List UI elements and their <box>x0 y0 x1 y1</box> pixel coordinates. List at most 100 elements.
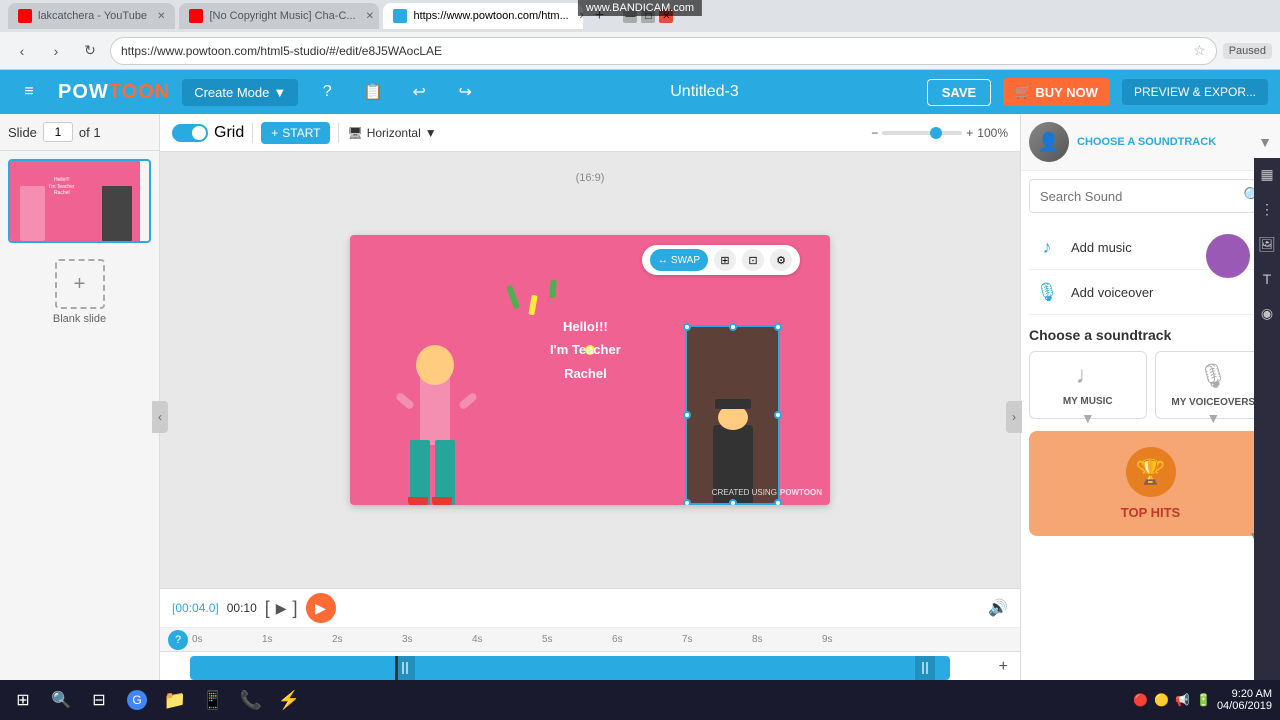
cart-icon: 🛒 <box>1015 84 1031 100</box>
bracket-right-button[interactable]: ] <box>293 598 298 619</box>
undo-button[interactable]: ↩ <box>402 75 436 109</box>
app-taskbar-1[interactable]: 📱 <box>198 685 228 715</box>
preview-button[interactable]: PREVIEW & EXPOR... <box>1122 79 1268 105</box>
ruler-mark-4: 4s <box>472 634 483 645</box>
settings-button[interactable]: ⚙ <box>770 249 792 271</box>
start-button[interactable]: + START <box>261 122 330 144</box>
panel-header: 👤 Choose a soundtrack ▼ <box>1021 114 1280 171</box>
ruler-mark-9: 9s <box>822 634 833 645</box>
paused-badge: Paused <box>1223 43 1272 59</box>
timeline-drag-left[interactable] <box>395 656 415 680</box>
zoom-plus[interactable]: + <box>966 126 973 140</box>
right-panel-expand-button[interactable]: › <box>1006 401 1022 433</box>
handle-bl[interactable] <box>683 499 691 505</box>
redo-button[interactable]: ↪ <box>448 75 482 109</box>
top-hits-card[interactable]: 🏆 TOP HITS ▼ <box>1029 431 1272 536</box>
tab-label-2: [No Copyright Music] Cha-C... <box>209 10 355 22</box>
slide-of-label: of 1 <box>79 125 101 140</box>
screen-icon: 🖥 <box>347 126 362 140</box>
timeline-drag-right[interactable] <box>915 656 935 680</box>
notes-button[interactable]: 📋 <box>356 75 390 109</box>
browser-tab-1[interactable]: lakcatchera - YouTube ✕ <box>8 3 175 29</box>
address-bar[interactable]: https://www.powtoon.com/html5-studio/#/e… <box>110 37 1217 65</box>
slide-canvas[interactable]: Hello!!! I'm Teacher Rachel <box>350 235 830 505</box>
refresh-button[interactable]: ↻ <box>76 37 104 65</box>
menu-button[interactable]: ≡ <box>12 75 46 109</box>
handle-tm[interactable] <box>729 323 737 331</box>
back-button[interactable]: ‹ <box>8 37 36 65</box>
voiceovers-arrow: ▼ <box>1206 410 1220 426</box>
canvas-toolbar: Grid + START 🖥 Horizontal ▼ − <box>160 114 1020 152</box>
character-element[interactable] <box>400 305 470 505</box>
my-music-card[interactable]: ♩ MY MUSIC ▼ <box>1029 351 1147 419</box>
tab-close-1[interactable]: ✕ <box>157 11 165 22</box>
edge-text-icon[interactable]: T <box>1263 271 1272 287</box>
handle-bm[interactable] <box>729 499 737 505</box>
bracket-left-button[interactable]: [ <box>265 598 270 619</box>
toggle-knob <box>192 126 206 140</box>
play-button[interactable]: ▶ <box>306 593 336 623</box>
app-taskbar-2[interactable]: 📞 <box>236 685 266 715</box>
toolbar-separator-2 <box>338 123 339 143</box>
app-taskbar-3[interactable]: ⚡ <box>274 685 304 715</box>
swap-button[interactable]: ↔ SWAP <box>650 249 708 271</box>
grid-switch[interactable] <box>172 124 208 142</box>
handle-mr[interactable] <box>774 411 782 419</box>
zoom-thumb <box>930 127 942 139</box>
trophy-container: 🏆 <box>1126 447 1176 497</box>
edge-image-icon[interactable]: 🖼 <box>1258 236 1276 253</box>
align-button[interactable]: ⊞ <box>714 249 736 271</box>
forward-button[interactable]: › <box>42 37 70 65</box>
grid-toggle[interactable]: Grid <box>172 124 244 142</box>
play-controls: [ ▶ ] <box>265 598 298 619</box>
handle-tr[interactable] <box>774 323 782 331</box>
search-sound-bar[interactable]: 🔍 <box>1029 179 1272 213</box>
orientation-select[interactable]: 🖥 Horizontal ▼ <box>347 126 436 140</box>
edge-shape-icon[interactable]: ◉ <box>1261 305 1273 322</box>
file-manager-taskbar[interactable]: 📁 <box>160 685 190 715</box>
windows-button[interactable]: ⊞ <box>8 685 38 715</box>
timeline-track[interactable] <box>190 656 950 680</box>
graduate-element[interactable] <box>685 325 780 505</box>
decoration-2 <box>528 295 537 316</box>
task-view-button[interactable]: ⊟ <box>84 685 114 715</box>
zoom-slider[interactable] <box>882 131 962 135</box>
browser-tab-3[interactable]: https://www.powtoon.com/htm... ✕ <box>383 3 583 29</box>
handle-ml[interactable] <box>683 411 691 419</box>
playhead[interactable] <box>395 656 398 680</box>
slide-thumbnail-1[interactable]: Hello!!!I'm TeacherRachel <box>8 159 151 243</box>
handle-br[interactable] <box>774 499 782 505</box>
zoom-minus[interactable]: − <box>871 126 878 140</box>
help-button[interactable]: ? <box>310 75 344 109</box>
bookmark-icon[interactable]: ☆ <box>1193 42 1206 59</box>
my-music-arrow: ▼ <box>1081 410 1095 426</box>
crop-button[interactable]: ⊡ <box>742 249 764 271</box>
taskbar-clock: 9:20 AM 04/06/2019 <box>1217 688 1272 712</box>
search-sound-input[interactable] <box>1030 183 1235 210</box>
panel-collapse-button[interactable]: ▼ <box>1258 134 1272 150</box>
edge-pattern-icon[interactable]: ⋮ <box>1260 201 1274 218</box>
sidebar-collapse-button[interactable]: ‹ <box>152 401 168 433</box>
edge-grid-icon[interactable]: ▦ <box>1260 166 1273 183</box>
slide-number-input[interactable] <box>43 122 73 142</box>
chrome-taskbar[interactable]: G <box>122 685 152 715</box>
blank-slide-label: Blank slide <box>53 313 106 325</box>
my-music-label: MY MUSIC <box>1063 396 1113 407</box>
create-mode-button[interactable]: Create Mode ▼ <box>182 79 298 106</box>
slides-list: Hello!!!I'm TeacherRachel + Blank slide <box>0 151 159 720</box>
save-button[interactable]: SAVE <box>927 79 991 106</box>
help-button-timeline[interactable]: ? <box>168 630 188 650</box>
trophy-icon: 🏆 <box>1136 458 1166 487</box>
blank-slide-button[interactable]: + Blank slide <box>8 251 151 333</box>
search-taskbar-button[interactable]: 🔍 <box>46 685 76 715</box>
timeline-ruler: ? 0s 1s 2s 3s 4s 5s 6s 7s 8s 9s <box>160 628 1020 652</box>
tab-close-2[interactable]: ✕ <box>366 11 374 22</box>
browser-tab-2[interactable]: [No Copyright Music] Cha-C... ✕ <box>179 3 379 29</box>
add-voiceover-option[interactable]: 🎙 Add voiceover <box>1029 270 1272 315</box>
ruler-mark-8: 8s <box>752 634 763 645</box>
buy-now-button[interactable]: 🛒 BUY NOW <box>1003 78 1110 106</box>
step-button[interactable]: ▶ <box>276 600 287 617</box>
handle-tl[interactable] <box>683 323 691 331</box>
timeline-add-button[interactable]: + <box>999 658 1008 676</box>
volume-button[interactable]: 🔊 <box>988 598 1008 618</box>
